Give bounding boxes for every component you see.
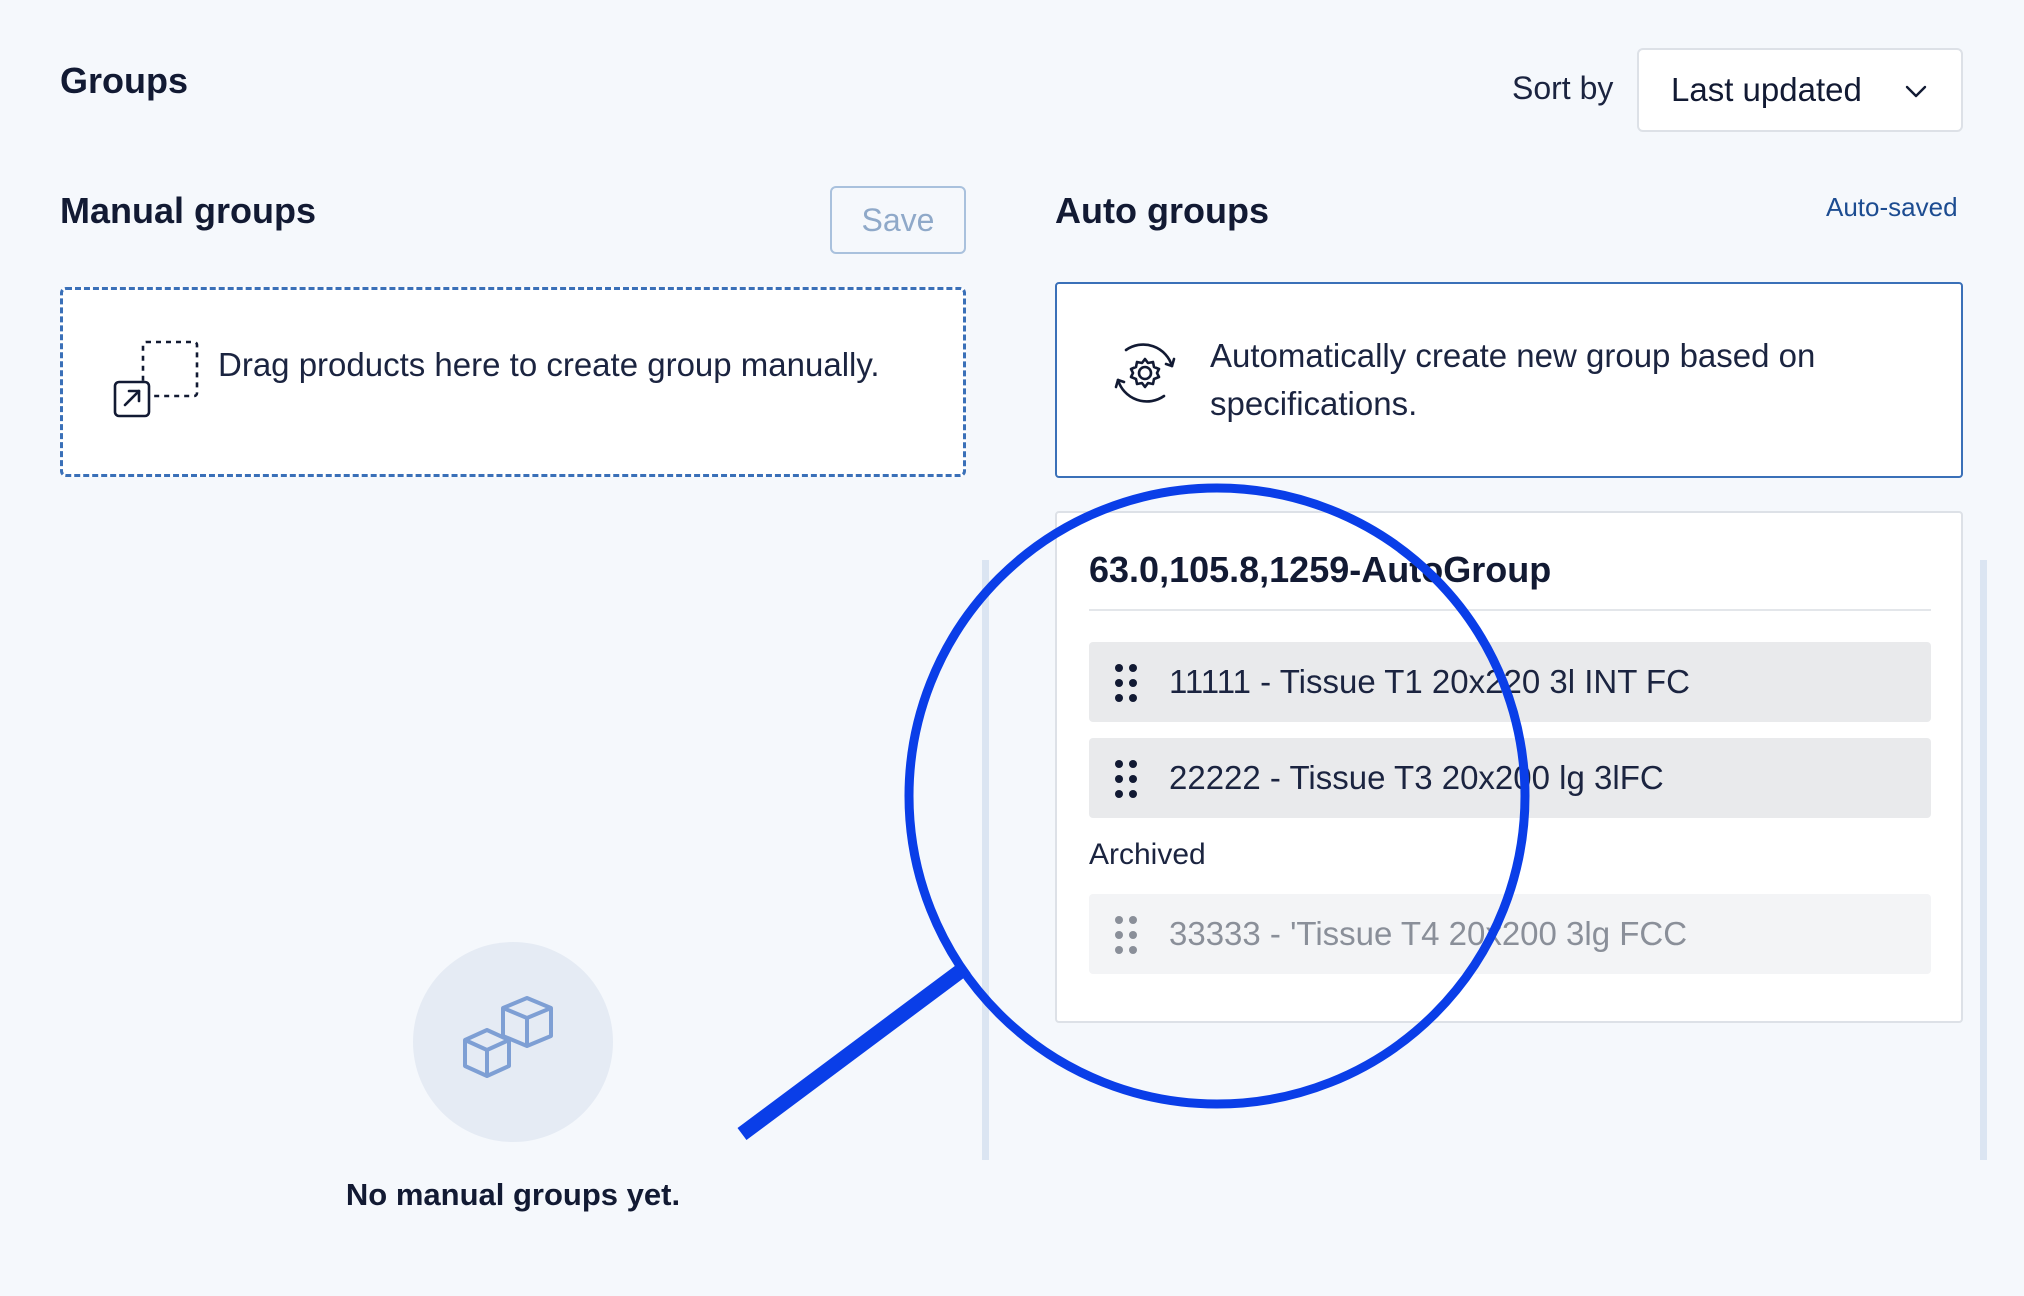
group-item-label: 11111 - Tissue T1 20x220 3l INT FC (1169, 663, 1690, 700)
group-item-row[interactable]: 11111 - Tissue T1 20x220 3l INT FC (1089, 642, 1931, 722)
scrollbar-track-left[interactable] (982, 560, 989, 1160)
auto-group-title: 63.0,105.8,1259-AutoGroup (1089, 549, 1552, 590)
auto-groups-title: Auto groups (1055, 190, 1269, 231)
auto-create-text: Automatically create new group based on … (1210, 337, 1816, 422)
gear-cycle-icon (1114, 343, 1176, 403)
manual-group-drop-zone[interactable]: Drag products here to create group manua… (60, 287, 966, 477)
archived-item-row[interactable]: 33333 - 'Tissue T4 20x200 3lg FCC (1089, 894, 1931, 974)
drop-zone-text: Drag products here to create group manua… (218, 346, 880, 383)
sort-select[interactable]: Last updated (1637, 48, 1963, 132)
drag-to-group-icon (113, 340, 199, 418)
magnifier-handle (737, 960, 971, 1141)
group-item-row[interactable]: 22222 - Tissue T3 20x200 lg 3lFC (1089, 738, 1931, 818)
sort-label: Sort by (1512, 70, 1614, 106)
auto-create-group-card[interactable]: Automatically create new group based on … (1055, 282, 1963, 478)
sort-select-value: Last updated (1671, 71, 1862, 108)
boxes-icon (463, 996, 553, 1078)
auto-saved-status: Auto-saved (1826, 192, 1958, 222)
group-item-label: 22222 - Tissue T3 20x200 lg 3lFC (1169, 759, 1664, 796)
auto-group-card: 63.0,105.8,1259-AutoGroup 11111 - Tissue… (1055, 511, 1963, 1023)
empty-state-illustration (413, 942, 613, 1142)
groups-page: Groups Sort by Last updated Manual group… (0, 0, 2024, 1296)
save-button[interactable]: Save (830, 186, 966, 254)
divider (1089, 609, 1931, 611)
drag-handle-icon (1115, 760, 1137, 798)
drag-handle-icon (1115, 664, 1137, 702)
page-title: Groups (60, 60, 189, 101)
archived-item-label: 33333 - 'Tissue T4 20x200 3lg FCC (1169, 915, 1688, 952)
manual-groups-title: Manual groups (60, 190, 317, 231)
chevron-down-icon (1905, 85, 1927, 98)
drag-handle-icon (1115, 916, 1137, 954)
scrollbar-track-right[interactable] (1980, 560, 1987, 1160)
empty-state-text: No manual groups yet. (345, 1177, 681, 1212)
archived-section-label: Archived (1089, 838, 1206, 871)
